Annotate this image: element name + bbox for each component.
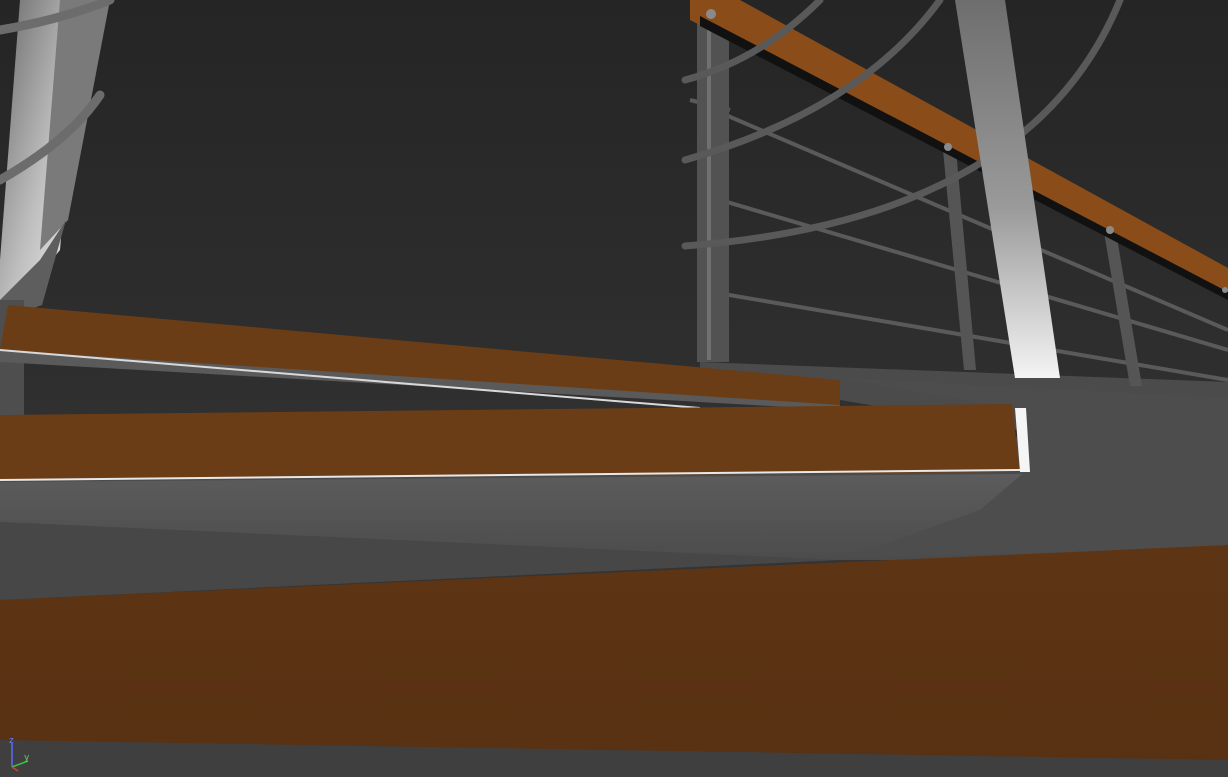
- 3d-viewport[interactable]: z y: [0, 0, 1228, 777]
- staircase-render: [0, 0, 1228, 777]
- axis-y-label: y: [24, 753, 30, 763]
- axis-z-label: z: [9, 736, 14, 746]
- axis-gizmo: z y: [4, 737, 40, 773]
- right-railing: [681, 0, 1228, 386]
- x-axis-line: [11, 766, 19, 772]
